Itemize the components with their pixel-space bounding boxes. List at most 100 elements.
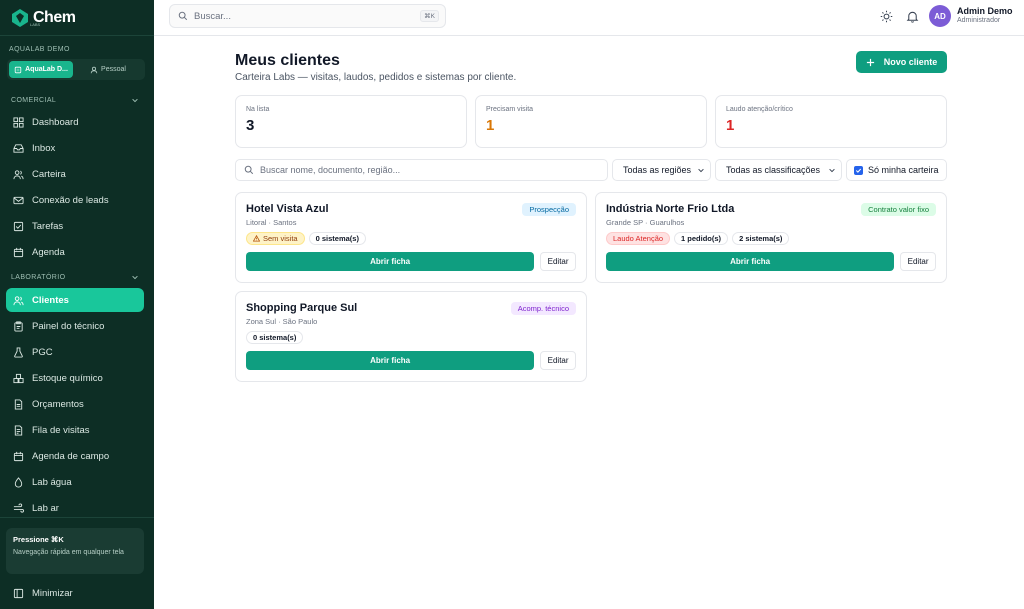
check-icon bbox=[855, 168, 862, 173]
search-icon bbox=[244, 165, 254, 175]
mail-icon bbox=[13, 196, 24, 204]
shortcut-hint: ⌘K bbox=[420, 10, 439, 22]
stat-card-na-lista: Na lista 3 bbox=[235, 95, 467, 148]
stat-label: Laudo atenção/crítico bbox=[726, 106, 793, 113]
bell-icon[interactable] bbox=[906, 10, 919, 23]
tip-text: Navegação rápida em qualquer tela bbox=[13, 549, 124, 556]
global-search-placeholder: Buscar... bbox=[194, 10, 231, 22]
client-search-input[interactable]: Buscar nome, documento, região... bbox=[235, 159, 608, 181]
section-label: LABORATÓRIO bbox=[11, 273, 66, 281]
sidebar-item-estoque-quimico[interactable]: Estoque químico bbox=[6, 366, 144, 390]
warning-icon bbox=[253, 235, 260, 242]
stat-card-precisam-visita: Precisam visita 1 bbox=[475, 95, 707, 148]
minimize-button[interactable]: Minimizar bbox=[13, 588, 73, 599]
brand[interactable]: Chem LABS bbox=[0, 0, 154, 36]
sidebar-item-label: Carteira bbox=[32, 168, 66, 180]
sidebar-item-label: Painel do técnico bbox=[32, 320, 105, 332]
open-record-button[interactable]: Abrir ficha bbox=[246, 252, 535, 271]
sidebar-item-pgc[interactable]: PGC bbox=[6, 340, 144, 364]
sidebar-item-label: Agenda bbox=[32, 246, 65, 258]
sidebar-item-agenda[interactable]: Agenda bbox=[6, 240, 144, 264]
section-laboratorio[interactable]: LABORATÓRIO bbox=[11, 273, 139, 281]
sidebar-item-label: Estoque químico bbox=[32, 372, 103, 384]
edit-button[interactable]: Editar bbox=[540, 351, 576, 370]
systems-chip: 0 sistema(s) bbox=[246, 331, 304, 344]
open-record-button[interactable]: Abrir ficha bbox=[606, 252, 895, 271]
only-mine-toggle[interactable]: Só minha carteira bbox=[846, 159, 947, 181]
calendar-icon bbox=[13, 247, 24, 257]
orders-chip: 1 pedido(s) bbox=[674, 232, 729, 245]
logo-icon bbox=[12, 8, 28, 27]
document-icon bbox=[14, 398, 23, 410]
calendar-icon bbox=[13, 451, 24, 461]
collapse-icon bbox=[13, 588, 24, 599]
sidebar-item-dashboard[interactable]: Dashboard bbox=[6, 110, 144, 134]
avatar[interactable]: AD bbox=[929, 5, 951, 27]
theme-toggle-icon[interactable] bbox=[880, 10, 893, 23]
only-mine-checkbox[interactable] bbox=[854, 165, 863, 175]
queue-icon bbox=[14, 424, 23, 436]
sidebar-item-conexao-leads[interactable]: Conexão de leads bbox=[6, 188, 144, 212]
sidebar: Chem LABS AQUALAB DEMO AquaLab D... Pess… bbox=[0, 0, 154, 609]
minimize-label: Minimizar bbox=[32, 588, 73, 599]
sidebar-item-label: Tarefas bbox=[32, 220, 64, 232]
chip-label: Sem visita bbox=[263, 234, 298, 243]
edit-button[interactable]: Editar bbox=[540, 252, 576, 271]
systems-chip: 2 sistema(s) bbox=[732, 232, 790, 245]
sidebar-item-orcamentos[interactable]: Orçamentos bbox=[6, 392, 144, 416]
client-location: Grande SP · Guarulhos bbox=[606, 218, 685, 227]
stat-value: 1 bbox=[726, 117, 735, 134]
edit-button[interactable]: Editar bbox=[900, 252, 936, 271]
chevron-down-icon bbox=[829, 168, 835, 173]
sidebar-item-label: Dashboard bbox=[32, 116, 79, 128]
section-label: COMERCIAL bbox=[11, 96, 57, 104]
sidebar-item-label: Agenda de campo bbox=[32, 450, 110, 462]
workspace-org-label: AquaLab D... bbox=[25, 66, 68, 73]
sidebar-item-label: Clientes bbox=[32, 294, 69, 306]
droplet-icon bbox=[14, 476, 23, 487]
sidebar-item-fila-visitas[interactable]: Fila de visitas bbox=[6, 418, 144, 442]
workspace-org-button[interactable]: AquaLab D... bbox=[9, 61, 73, 78]
sidebar-item-label: Orçamentos bbox=[32, 398, 84, 410]
chevron-down-icon bbox=[132, 275, 138, 280]
building-icon bbox=[14, 66, 22, 73]
open-record-button[interactable]: Abrir ficha bbox=[246, 351, 535, 370]
classification-select[interactable]: Todas as classificações bbox=[715, 159, 842, 181]
sidebar-item-label: PGC bbox=[32, 346, 53, 358]
page-subtitle: Carteira Labs — visitas, laudos, pedidos… bbox=[235, 72, 517, 83]
new-client-button[interactable]: Novo cliente bbox=[856, 51, 947, 73]
brand-sub: LABS bbox=[30, 22, 41, 27]
client-card: Indústria Norte Frio Ltda Grande SP · Gu… bbox=[595, 192, 947, 283]
global-search-input[interactable]: Buscar... ⌘K bbox=[169, 4, 446, 28]
sidebar-item-clientes[interactable]: Clientes bbox=[6, 288, 144, 312]
sidebar-item-lab-agua[interactable]: Lab água bbox=[6, 470, 144, 494]
wind-icon bbox=[13, 502, 24, 513]
user-name[interactable]: Admin Demo bbox=[957, 6, 1013, 16]
tip-title: Pressione ⌘K bbox=[13, 535, 64, 544]
topbar: Buscar... ⌘K AD Admin Demo Administrador bbox=[154, 0, 1024, 36]
section-comercial[interactable]: COMERCIAL bbox=[11, 96, 139, 104]
sidebar-item-label: Lab ar bbox=[32, 502, 59, 514]
sidebar-item-inbox[interactable]: Inbox bbox=[6, 136, 144, 160]
clipboard-icon bbox=[14, 320, 23, 332]
region-select[interactable]: Todas as regiões bbox=[612, 159, 711, 181]
only-mine-label: Só minha carteira bbox=[868, 165, 939, 175]
users-icon bbox=[13, 169, 24, 179]
sidebar-item-tarefas[interactable]: Tarefas bbox=[6, 214, 144, 238]
sidebar-item-carteira[interactable]: Carteira bbox=[6, 162, 144, 186]
sidebar-item-painel-tecnico[interactable]: Painel do técnico bbox=[6, 314, 144, 338]
stat-label: Na lista bbox=[246, 106, 270, 113]
workspace-personal-button[interactable]: Pessoal bbox=[73, 61, 143, 78]
client-location: Litoral · Santos bbox=[246, 218, 297, 227]
region-select-value: Todas as regiões bbox=[623, 165, 692, 175]
no-visit-chip: Sem visita bbox=[246, 232, 305, 245]
page-title: Meus clientes bbox=[235, 52, 340, 69]
sidebar-item-agenda-campo[interactable]: Agenda de campo bbox=[6, 444, 144, 468]
chevron-down-icon bbox=[132, 98, 138, 103]
flask-icon bbox=[14, 346, 23, 358]
classification-badge: Prospecção bbox=[522, 203, 576, 216]
stat-label: Precisam visita bbox=[486, 106, 534, 113]
shortcut-tip: Pressione ⌘K Navegação rápida em qualque… bbox=[6, 528, 144, 574]
sidebar-divider bbox=[0, 517, 154, 518]
user-icon bbox=[90, 66, 98, 73]
